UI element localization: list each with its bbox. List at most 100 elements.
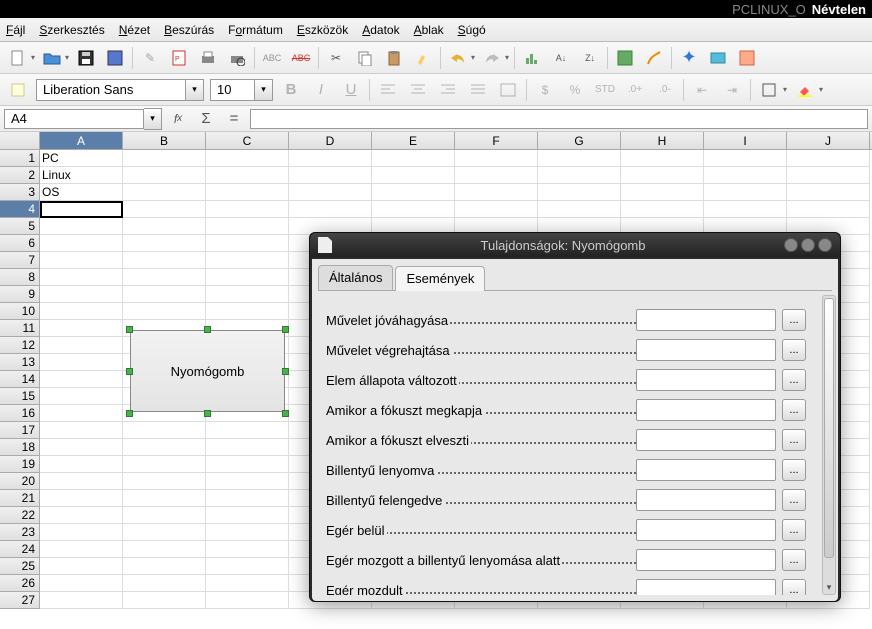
cell[interactable] — [40, 439, 123, 456]
event-browse-button[interactable]: ... — [782, 309, 806, 331]
row-header[interactable]: 27 — [0, 592, 40, 609]
resize-handle[interactable] — [126, 410, 133, 417]
cell[interactable] — [206, 269, 289, 286]
cell[interactable] — [206, 235, 289, 252]
preview-icon[interactable] — [225, 46, 249, 70]
cell[interactable] — [206, 150, 289, 167]
cell[interactable] — [40, 303, 123, 320]
cell[interactable] — [206, 490, 289, 507]
chart-icon[interactable] — [520, 46, 544, 70]
indent-icon[interactable]: ⇥ — [720, 78, 744, 102]
menu-window[interactable]: Ablak — [414, 23, 444, 37]
redo-icon[interactable] — [480, 46, 504, 70]
sum-icon[interactable]: Σ — [194, 107, 218, 131]
cell[interactable] — [538, 184, 621, 201]
row-header[interactable]: 25 — [0, 558, 40, 575]
column-header[interactable]: G — [538, 132, 621, 149]
cell[interactable] — [40, 541, 123, 558]
save-icon[interactable] — [74, 46, 98, 70]
event-browse-button[interactable]: ... — [782, 429, 806, 451]
menu-file[interactable]: Fájl — [6, 23, 25, 37]
row-header[interactable]: 24 — [0, 541, 40, 558]
event-input[interactable] — [636, 339, 776, 361]
navigator-icon[interactable]: ✦ — [677, 46, 701, 70]
menu-help[interactable]: Súgó — [458, 23, 486, 37]
cell[interactable] — [206, 286, 289, 303]
cell[interactable] — [123, 303, 206, 320]
cell[interactable] — [40, 218, 123, 235]
event-input[interactable] — [636, 309, 776, 331]
menu-insert[interactable]: Beszúrás — [164, 23, 214, 37]
insert-chart-icon[interactable] — [613, 46, 637, 70]
event-input[interactable] — [636, 399, 776, 421]
bold-icon[interactable]: B — [279, 78, 303, 102]
cell[interactable]: OS — [40, 184, 123, 201]
cell[interactable] — [40, 558, 123, 575]
close-button[interactable] — [818, 238, 832, 252]
resize-handle[interactable] — [126, 326, 133, 333]
cell[interactable] — [621, 150, 704, 167]
cell[interactable] — [123, 456, 206, 473]
cell[interactable] — [206, 252, 289, 269]
cell[interactable] — [123, 473, 206, 490]
event-browse-button[interactable]: ... — [782, 489, 806, 511]
event-browse-button[interactable]: ... — [782, 399, 806, 421]
cell[interactable] — [40, 269, 123, 286]
row-header[interactable]: 19 — [0, 456, 40, 473]
cell[interactable] — [206, 439, 289, 456]
column-header[interactable]: D — [289, 132, 372, 149]
cell[interactable] — [123, 490, 206, 507]
autospell-icon[interactable]: ABC — [289, 46, 313, 70]
italic-icon[interactable]: I — [309, 78, 333, 102]
cell[interactable] — [206, 201, 289, 218]
column-header[interactable]: E — [372, 132, 455, 149]
borders-icon[interactable] — [757, 78, 781, 102]
cell[interactable] — [40, 524, 123, 541]
gallery-icon[interactable] — [706, 46, 730, 70]
cell[interactable] — [206, 303, 289, 320]
row-header[interactable]: 23 — [0, 524, 40, 541]
resize-handle[interactable] — [126, 368, 133, 375]
cell[interactable] — [372, 201, 455, 218]
cell[interactable] — [123, 507, 206, 524]
font-name-input[interactable]: Liberation Sans — [36, 79, 186, 101]
percent-icon[interactable]: % — [563, 78, 587, 102]
cell[interactable] — [206, 473, 289, 490]
cell[interactable] — [787, 150, 870, 167]
cell[interactable] — [40, 337, 123, 354]
cell[interactable] — [40, 456, 123, 473]
cell[interactable] — [206, 575, 289, 592]
event-input[interactable] — [636, 429, 776, 451]
cell[interactable] — [455, 167, 538, 184]
event-input[interactable] — [636, 579, 776, 595]
cell[interactable] — [704, 167, 787, 184]
cell[interactable] — [372, 167, 455, 184]
row-header[interactable]: 10 — [0, 303, 40, 320]
function-wizard-icon[interactable]: fx — [166, 107, 190, 131]
row-header[interactable]: 2 — [0, 167, 40, 184]
align-justify-icon[interactable] — [466, 78, 490, 102]
row-header[interactable]: 7 — [0, 252, 40, 269]
cell-reference-dropdown[interactable]: ▾ — [144, 108, 162, 130]
column-header[interactable]: F — [455, 132, 538, 149]
resize-handle[interactable] — [282, 368, 289, 375]
cell[interactable] — [123, 235, 206, 252]
add-decimal-icon[interactable]: .0+ — [623, 78, 647, 102]
datasources-icon[interactable] — [735, 46, 759, 70]
select-all-corner[interactable] — [0, 132, 40, 149]
cell[interactable] — [206, 218, 289, 235]
paste-icon[interactable] — [382, 46, 406, 70]
cell[interactable] — [206, 592, 289, 609]
row-header[interactable]: 18 — [0, 439, 40, 456]
cell[interactable] — [123, 218, 206, 235]
cell[interactable] — [289, 201, 372, 218]
row-header[interactable]: 13 — [0, 354, 40, 371]
cell[interactable] — [123, 201, 206, 218]
cut-icon[interactable]: ✂ — [324, 46, 348, 70]
event-input[interactable] — [636, 489, 776, 511]
resize-handle[interactable] — [204, 326, 211, 333]
cell[interactable] — [123, 558, 206, 575]
cell[interactable] — [206, 524, 289, 541]
cell[interactable] — [621, 201, 704, 218]
cell[interactable] — [123, 422, 206, 439]
